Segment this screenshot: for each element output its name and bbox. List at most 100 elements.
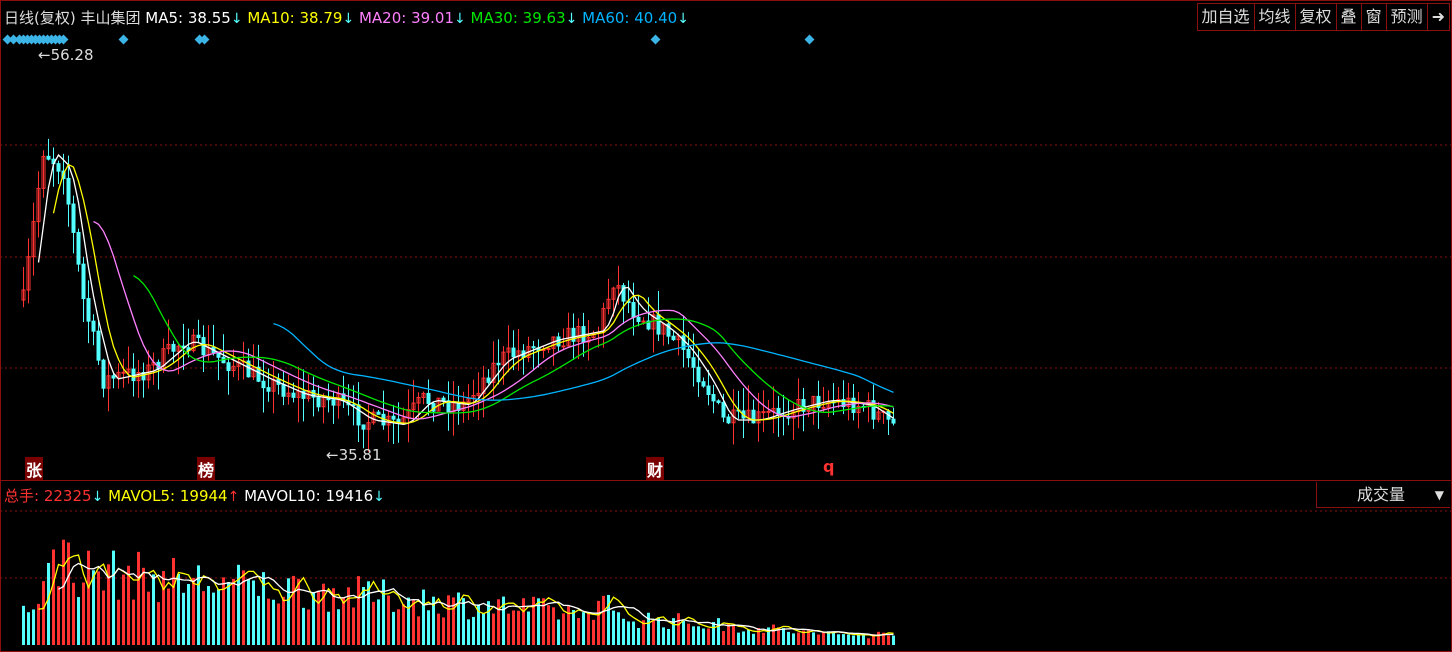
volume-bar: [397, 609, 400, 645]
volume-bar: [137, 551, 140, 645]
expand-arrow-icon[interactable]: ➜: [1426, 4, 1449, 30]
candle-body: [361, 424, 366, 430]
candle-body: [86, 298, 91, 322]
volume-bar: [227, 582, 230, 645]
volume-bar: [292, 575, 295, 645]
volume-bar: [82, 582, 85, 645]
add-to-watchlist-button[interactable]: 加自选: [1197, 4, 1254, 30]
mavol5-line: [38, 554, 894, 637]
candle-body: [171, 343, 176, 352]
ma5-value: 38.55: [187, 9, 231, 27]
volume-bar: [437, 613, 440, 645]
candle-body: [636, 316, 641, 322]
volume-bar: [852, 635, 855, 645]
window-button[interactable]: 窗: [1360, 4, 1386, 30]
event-marker-cai[interactable]: 财: [646, 457, 665, 481]
volume-bar: [512, 610, 515, 645]
event-marker-zhang[interactable]: 张: [25, 457, 44, 481]
volume-bar: [652, 620, 655, 645]
candle-body: [821, 406, 826, 409]
info-diamond-icon: [118, 34, 129, 45]
ma60-value: 40.40: [634, 9, 678, 27]
volume-bar: [757, 628, 760, 645]
event-marker-q[interactable]: q: [823, 457, 834, 476]
volume-bar: [487, 601, 490, 645]
candle-body: [331, 399, 336, 406]
volume-bar: [567, 606, 570, 645]
volume-bar: [812, 632, 815, 645]
volume-bar: [47, 562, 50, 645]
candle-body: [696, 366, 701, 383]
volume-bar: [392, 611, 395, 645]
volume-bar: [662, 627, 665, 645]
volume-bar: [877, 631, 880, 645]
overlay-button[interactable]: 叠: [1335, 4, 1361, 30]
volume-bar: [337, 609, 340, 645]
total-volume-label: 总手:: [4, 487, 40, 505]
volume-bar: [182, 592, 185, 645]
volume-bar: [442, 617, 445, 645]
adjust-price-button[interactable]: 复权: [1294, 4, 1336, 30]
chevron-down-icon: ▼: [1434, 488, 1444, 502]
kline-chart[interactable]: [0, 0, 1452, 652]
volume-bar: [217, 589, 220, 645]
event-marker-bang[interactable]: 榜: [197, 457, 216, 481]
volume-bar: [62, 539, 65, 645]
candle-body: [691, 357, 696, 368]
volume-bar: [32, 609, 35, 645]
volume-bar: [862, 634, 865, 645]
mavol10-value: 19416: [325, 487, 374, 505]
forecast-button[interactable]: 预测: [1385, 4, 1427, 30]
candle-body: [531, 346, 536, 349]
volume-bar: [752, 633, 755, 645]
candle-body: [196, 334, 201, 339]
volume-bar: [112, 550, 115, 645]
candle-body: [711, 394, 716, 402]
volume-bar: [597, 600, 600, 645]
candle-body: [261, 380, 266, 389]
volume-bar: [317, 590, 320, 645]
volume-bar: [797, 632, 800, 645]
pane-divider[interactable]: [0, 480, 1452, 481]
ma5-label: MA5:: [145, 9, 184, 27]
volume-bar: [237, 564, 240, 645]
candle-body: [891, 418, 896, 424]
volume-bar: [122, 574, 125, 645]
volume-bar: [22, 605, 25, 645]
volume-bar: [682, 620, 685, 645]
volume-bar: [792, 633, 795, 645]
indicator-selector[interactable]: 成交量 ▼: [1316, 482, 1450, 508]
volume-bar: [132, 599, 135, 645]
candle-body: [671, 335, 676, 341]
volume-bar: [677, 613, 680, 645]
ma10-trend-icon: ↓: [342, 11, 355, 27]
period-label: 日线(复权): [4, 9, 76, 27]
moving-average-button[interactable]: 均线: [1253, 4, 1295, 30]
ma60-label: MA60:: [582, 9, 630, 27]
ma20-trend-icon: ↓: [454, 11, 466, 27]
candle-body: [426, 392, 431, 405]
volume-bar: [387, 595, 390, 645]
volume-bar: [507, 613, 510, 645]
candle-body: [281, 383, 286, 397]
candle-body: [641, 320, 646, 323]
volume-bar: [837, 634, 840, 645]
info-diamond-icon: [650, 34, 661, 45]
candle-body: [46, 155, 51, 160]
volume-bar: [497, 599, 500, 645]
chart-toolbar: 加自选 均线 复权 叠 窗 预测 ➜: [1196, 3, 1450, 31]
volume-bar: [517, 610, 520, 645]
ma20-label: MA20:: [358, 9, 407, 27]
volume-bar: [117, 599, 120, 645]
volume-bar: [622, 618, 625, 645]
candle-body: [631, 302, 636, 318]
info-diamond-icon: [804, 34, 815, 45]
volume-bar: [482, 613, 485, 645]
candle-body: [391, 415, 396, 420]
volume-bar: [102, 590, 105, 645]
candle-body: [716, 400, 721, 403]
volume-bar: [607, 594, 610, 645]
candle-body: [726, 416, 731, 424]
volume-bar: [142, 567, 145, 645]
volume-bar: [472, 616, 475, 645]
